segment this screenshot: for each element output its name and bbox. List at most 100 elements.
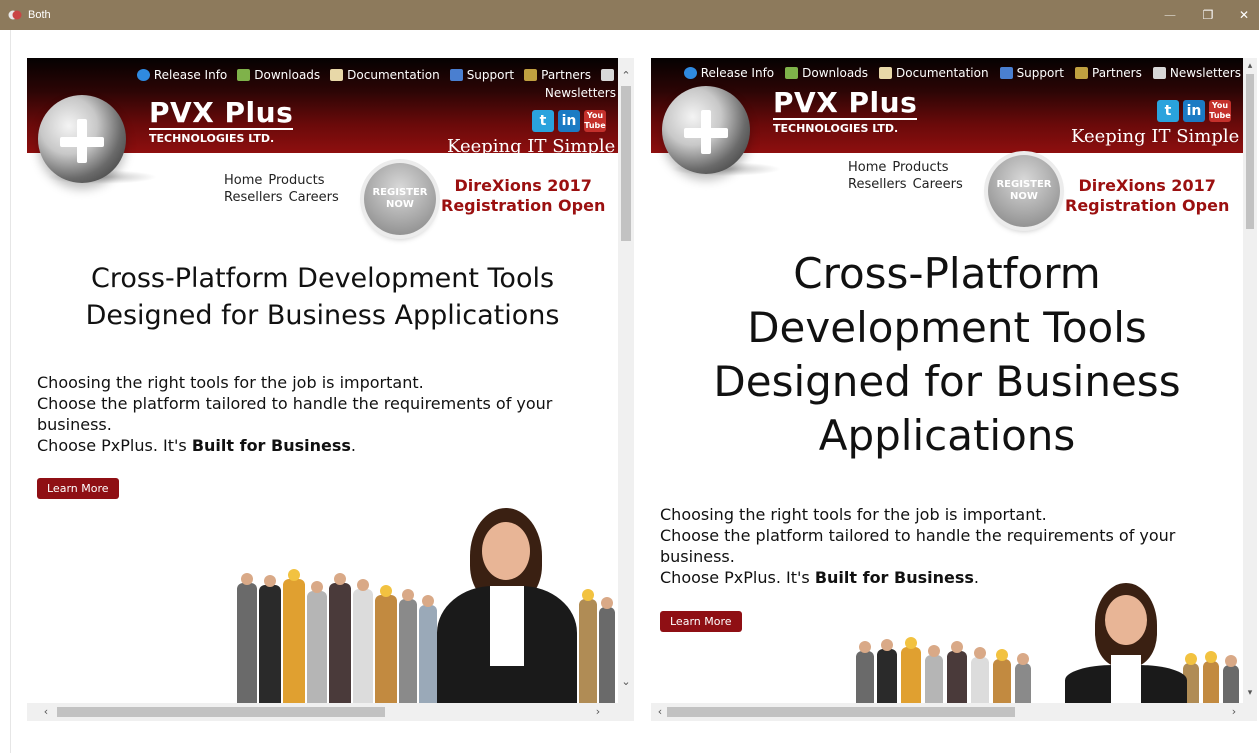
nav-newsletters[interactable]	[601, 68, 614, 82]
business-people-image	[227, 508, 617, 703]
scroll-left-arrow[interactable]: ‹	[37, 703, 55, 721]
nav-support[interactable]: Support	[449, 68, 515, 82]
youtube-label-bottom: Tube	[584, 121, 606, 130]
vertical-scrollbar-right[interactable]: ▴ ▾	[1243, 58, 1257, 703]
headline-line-1: Cross-Platform	[793, 249, 1101, 298]
headline-line-2: Designed for Business Applications	[85, 300, 560, 331]
scroll-right-arrow[interactable]: ›	[1225, 703, 1243, 721]
link-products[interactable]: Products	[268, 172, 324, 189]
nav-label: Support	[466, 68, 515, 82]
close-button[interactable]: ✕	[1232, 6, 1256, 24]
brand-logo-text[interactable]: PVX Plus TECHNOLOGIES LTD.	[773, 88, 918, 135]
nav-newsletters-label[interactable]: Newsletters	[545, 86, 616, 100]
register-now-button[interactable]: REGISTER NOW	[364, 163, 436, 235]
info-icon	[136, 69, 150, 81]
register-label-1: REGISTER	[996, 179, 1052, 190]
register-label-2: NOW	[386, 199, 414, 210]
nav-downloads[interactable]: Downloads	[785, 66, 868, 80]
book-icon	[330, 69, 344, 81]
person-figure	[993, 649, 1011, 703]
nav-release-info[interactable]: Release Info	[683, 66, 774, 80]
youtube-icon[interactable]: You Tube	[1209, 100, 1231, 122]
browser-pane-right: Release Info Downloads Documentation Sup…	[651, 58, 1257, 721]
linkedin-icon[interactable]: in	[1183, 100, 1205, 122]
horizontal-scrollbar-left[interactable]: ‹ ›	[27, 703, 618, 721]
partners-icon	[524, 69, 538, 81]
intro-line-2a: Choose the platform tailored to handle t…	[660, 526, 1176, 545]
youtube-label-top: You	[586, 111, 604, 120]
scroll-down-arrow[interactable]: ⌄	[618, 674, 634, 690]
social-links: t in You Tube	[1157, 100, 1231, 122]
scroll-down-arrow[interactable]: ▾	[1243, 685, 1257, 701]
learn-more-button[interactable]: Learn More	[660, 611, 742, 632]
web-viewport-right[interactable]: Release Info Downloads Documentation Sup…	[651, 58, 1243, 703]
nav-documentation[interactable]: Documentation	[879, 66, 989, 80]
intro-text: Choosing the right tools for the job is …	[660, 504, 1243, 588]
vertical-scroll-thumb[interactable]	[621, 86, 631, 241]
nav-downloads[interactable]: Downloads	[237, 68, 320, 82]
intro-emphasis: Built for Business	[191, 436, 351, 455]
download-icon	[785, 67, 799, 79]
partners-icon	[1075, 67, 1088, 79]
register-label-1: REGISTER	[372, 187, 428, 198]
intro-line-2b: business.	[37, 415, 112, 434]
twitter-icon[interactable]: t	[532, 110, 554, 132]
brand-name: PVX Plus	[149, 96, 294, 130]
browser-pane-left: Release Info Downloads Documentation Sup…	[27, 58, 634, 721]
scroll-up-arrow[interactable]: ▴	[1243, 58, 1257, 74]
link-resellers[interactable]: Resellers	[848, 176, 907, 193]
nav-support[interactable]: Support	[999, 66, 1064, 80]
register-now-button[interactable]: REGISTER NOW	[988, 155, 1060, 227]
direxions-promo[interactable]: DireXions 2017 Registration Open	[1065, 176, 1229, 216]
vertical-scroll-thumb[interactable]	[1246, 74, 1254, 229]
link-resellers[interactable]: Resellers	[224, 189, 283, 206]
twitter-icon[interactable]: t	[1157, 100, 1179, 122]
register-label-2: NOW	[1010, 191, 1038, 202]
youtube-label-top: You	[1211, 101, 1229, 110]
link-careers[interactable]: Careers	[289, 189, 339, 206]
person-figure	[971, 647, 989, 703]
nav-newsletters[interactable]: Newsletters	[1152, 66, 1241, 80]
link-products[interactable]: Products	[892, 159, 948, 176]
web-viewport-left[interactable]: Release Info Downloads Documentation Sup…	[27, 58, 618, 703]
nav-label: Partners	[1092, 66, 1142, 80]
globe-logo-icon[interactable]	[38, 95, 126, 183]
nav-release-info[interactable]: Release Info	[136, 68, 227, 82]
intro-text: Choosing the right tools for the job is …	[37, 372, 617, 456]
person-figure	[259, 575, 281, 703]
nav-documentation[interactable]: Documentation	[330, 68, 440, 82]
link-home[interactable]: Home	[224, 172, 262, 189]
nav-partners[interactable]: Partners	[524, 68, 591, 82]
horizontal-scroll-thumb[interactable]	[57, 707, 385, 717]
person-figure	[901, 637, 921, 703]
person-figure	[599, 597, 615, 703]
person-figure	[307, 581, 327, 703]
support-icon	[999, 67, 1013, 79]
business-people-image	[851, 583, 1243, 703]
brand-subtitle: TECHNOLOGIES LTD.	[149, 132, 275, 145]
maximize-button[interactable]: ❐	[1196, 6, 1220, 24]
learn-more-button[interactable]: Learn More	[37, 478, 119, 499]
download-icon	[237, 69, 251, 81]
youtube-icon[interactable]: You Tube	[584, 110, 606, 132]
person-figure	[399, 589, 417, 703]
vertical-scrollbar-left[interactable]: ⌃ ⌄	[618, 58, 634, 703]
brand-logo-text[interactable]: PVX Plus TECHNOLOGIES LTD.	[149, 96, 294, 145]
horizontal-scrollbar-right[interactable]: ‹ ›	[651, 703, 1243, 721]
horizontal-scroll-thumb[interactable]	[667, 707, 1015, 717]
nav-label: Downloads	[254, 68, 321, 82]
direxions-promo[interactable]: DireXions 2017 Registration Open	[441, 176, 605, 216]
scroll-up-arrow[interactable]: ⌃	[618, 68, 634, 84]
globe-logo-icon[interactable]	[662, 86, 750, 174]
top-nav: Release Info Downloads Documentation Sup…	[683, 66, 1241, 80]
nav-partners[interactable]: Partners	[1075, 66, 1142, 80]
page-headline: Cross-Platform Development Tools Designe…	[27, 260, 618, 334]
linkedin-icon[interactable]: in	[558, 110, 580, 132]
promo-line-1: DireXions 2017	[454, 176, 592, 195]
scroll-right-arrow[interactable]: ›	[589, 703, 607, 721]
link-home[interactable]: Home	[848, 159, 886, 176]
brand-subtitle: TECHNOLOGIES LTD.	[773, 122, 899, 135]
minimize-button[interactable]: —	[1158, 6, 1182, 24]
person-figure	[1015, 653, 1031, 703]
link-careers[interactable]: Careers	[913, 176, 963, 193]
